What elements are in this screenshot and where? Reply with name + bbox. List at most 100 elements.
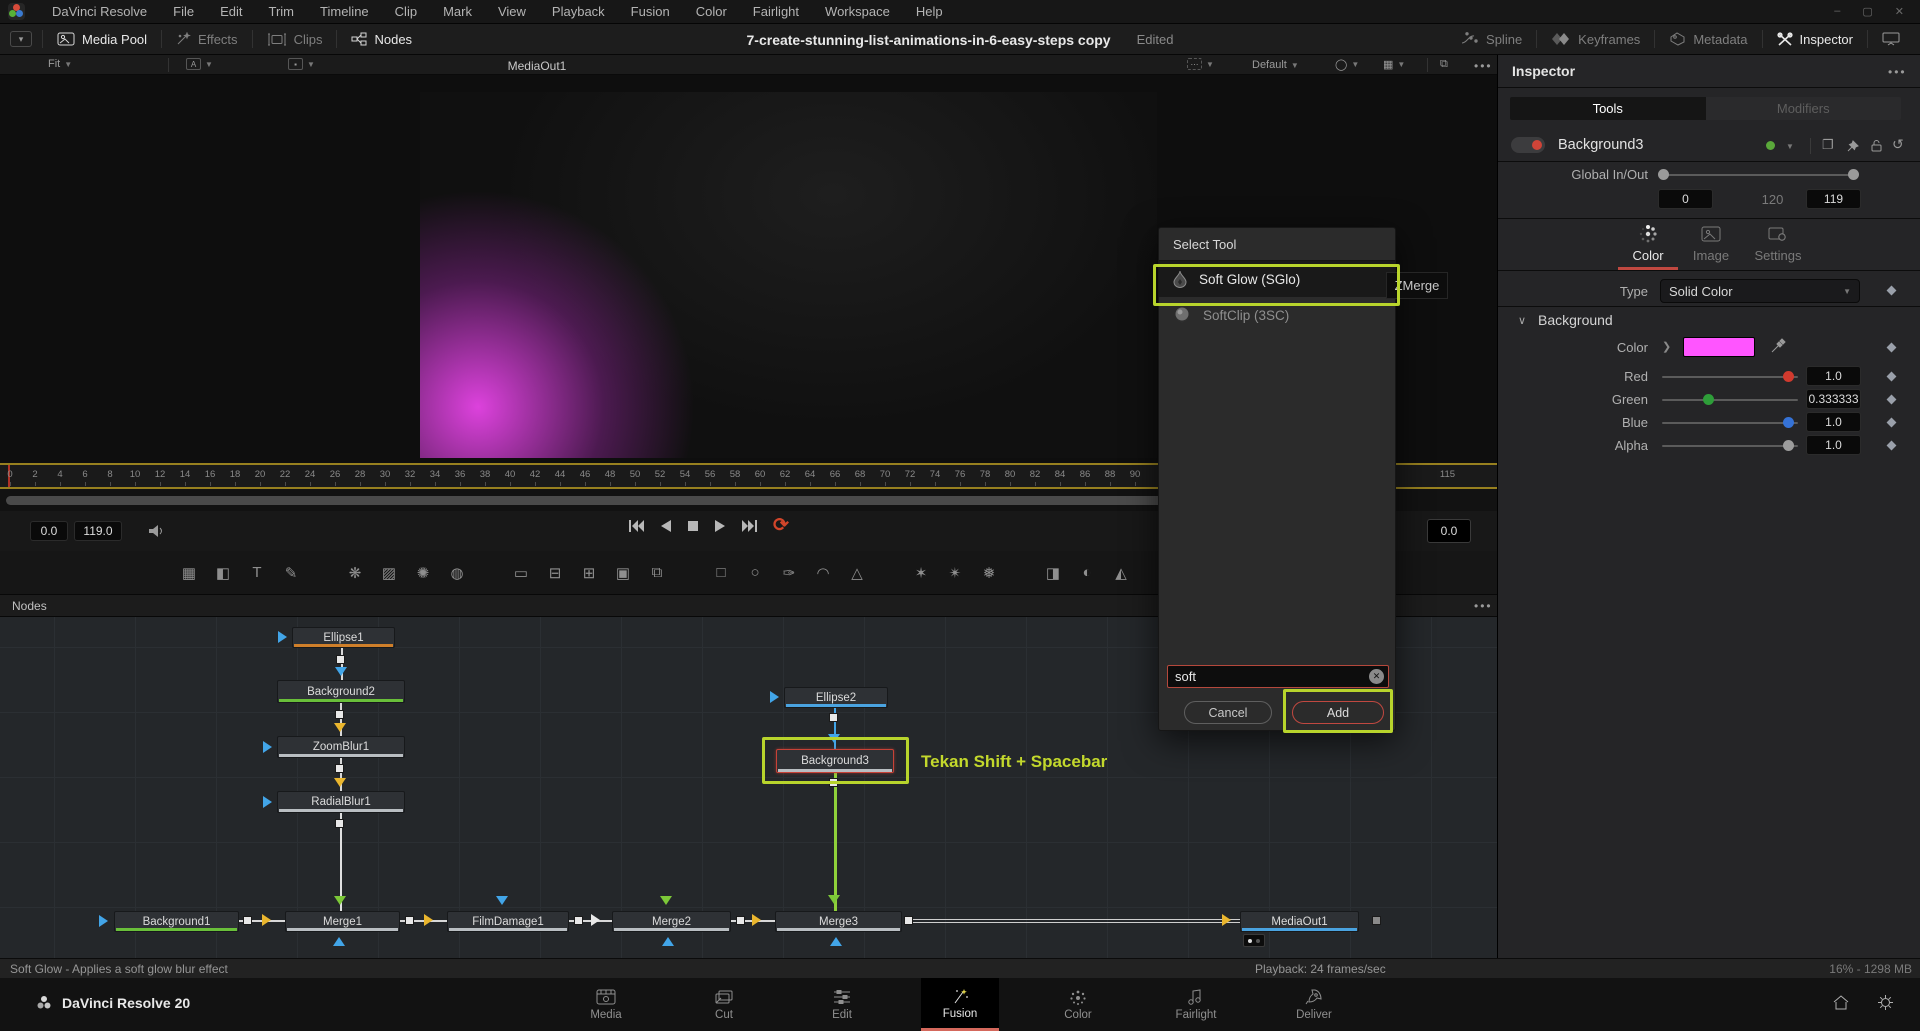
node-ellipse2[interactable]: Ellipse2 <box>784 687 888 708</box>
panel-layout-button[interactable] <box>1868 24 1920 54</box>
maximize-icon[interactable]: ▢ <box>1862 5 1872 18</box>
menu-view[interactable]: View <box>485 4 539 19</box>
node-mediaout1[interactable]: MediaOut1 <box>1240 911 1359 932</box>
viewer-lut-dropdown[interactable]: Default▼ <box>1252 59 1299 71</box>
node-filmdamage1[interactable]: FilmDamage1 <box>447 911 569 932</box>
nodes-options-menu[interactable]: ••• <box>1474 599 1493 613</box>
type-keyframe-diamond[interactable] <box>1887 286 1897 296</box>
menu-edit[interactable]: Edit <box>207 4 255 19</box>
node-merge2[interactable]: Merge2 <box>612 911 731 932</box>
page-color[interactable]: Color <box>1039 978 1117 1031</box>
page-edit[interactable]: Edit <box>803 978 881 1031</box>
page-media[interactable]: Media <box>567 978 645 1031</box>
page-cut[interactable]: Cut <box>685 978 763 1031</box>
loop-button[interactable]: ⟳ <box>773 518 789 534</box>
node-enable-toggle[interactable] <box>1511 137 1545 153</box>
page-fusion[interactable]: Fusion <box>921 978 999 1031</box>
color-expand-icon[interactable]: ❯ <box>1662 340 1671 353</box>
merge-3d-icon[interactable]: ◭ <box>1104 564 1138 582</box>
channel-slider[interactable] <box>1662 376 1798 378</box>
rectangle-mask-icon[interactable]: □ <box>704 564 738 582</box>
channel-keyframe-diamond[interactable] <box>1887 372 1897 382</box>
node-ellipse1[interactable]: Ellipse1 <box>292 627 395 648</box>
global-in-field[interactable]: 0 <box>1658 189 1713 209</box>
play-reverse-button[interactable] <box>660 519 672 533</box>
node-background3[interactable]: Background3 <box>776 749 894 773</box>
node-background2[interactable]: Background2 <box>277 680 405 703</box>
menu-davinci-resolve[interactable]: DaVinci Resolve <box>39 4 160 19</box>
color-corrector-tool-icon[interactable]: ▣ <box>606 564 640 582</box>
global-out-handle[interactable] <box>1848 169 1859 180</box>
play-button[interactable] <box>714 519 726 533</box>
home-icon[interactable] <box>1832 994 1850 1011</box>
text-tool-icon[interactable]: T <box>240 564 274 582</box>
chevron-down-icon[interactable]: ▼ <box>1786 142 1794 151</box>
node-zoomblur1[interactable]: ZoomBlur1 <box>277 736 405 758</box>
tab-image[interactable]: Image <box>1681 223 1741 263</box>
first-frame-button[interactable] <box>628 519 645 533</box>
particle-render-icon[interactable]: ✴ <box>938 564 972 582</box>
viewer-guides-dropdown[interactable]: ▦▼ <box>1383 58 1405 71</box>
menu-color[interactable]: Color <box>683 4 740 19</box>
glow-tool-icon[interactable]: ✺ <box>406 564 440 582</box>
audio-mute-icon[interactable] <box>148 523 166 539</box>
keyframes-button[interactable]: Keyframes <box>1537 24 1654 54</box>
viewer-options-menu[interactable]: ••• <box>1474 59 1493 73</box>
range-start-field[interactable]: 0.0 <box>30 521 68 541</box>
merge-tool-icon[interactable]: ⊟ <box>538 564 572 582</box>
channel-slider-handle[interactable] <box>1783 440 1794 451</box>
menu-trim[interactable]: Trim <box>256 4 308 19</box>
channel-value-field[interactable]: 1.0 <box>1806 366 1861 386</box>
background-tool-icon[interactable]: ▭ <box>504 564 538 582</box>
range-end-field[interactable]: 119.0 <box>74 521 122 541</box>
color-swatch[interactable] <box>1683 337 1755 357</box>
current-frame-field[interactable]: 0.0 <box>1427 519 1471 543</box>
menu-clip[interactable]: Clip <box>382 4 430 19</box>
eyedropper-icon[interactable] <box>1770 338 1786 354</box>
channel-slider[interactable] <box>1662 445 1798 447</box>
nodes-button[interactable]: Nodes <box>337 24 426 54</box>
cancel-button[interactable]: Cancel <box>1184 701 1272 724</box>
effects-button[interactable]: Effects <box>162 24 252 54</box>
image-plane-3d-icon[interactable]: ◨ <box>1036 564 1070 582</box>
dual-viewer-button[interactable]: ⧉ <box>1440 58 1448 71</box>
node-merge1[interactable]: Merge1 <box>285 911 400 932</box>
page-fairlight[interactable]: Fairlight <box>1157 978 1235 1031</box>
tool-search-input[interactable] <box>1167 665 1389 688</box>
clips-button[interactable]: Clips <box>253 24 337 54</box>
layers-tool-icon[interactable]: ⧉ <box>640 564 674 582</box>
dialog-result-soft-glow[interactable]: Soft Glow (SGlo) <box>1159 261 1395 297</box>
page-deliver[interactable]: Deliver <box>1275 978 1353 1031</box>
shape-3d-icon[interactable]: ◐ <box>1070 564 1104 582</box>
close-icon[interactable]: ✕ <box>1895 5 1904 18</box>
metadata-button[interactable]: Metadata <box>1655 24 1761 54</box>
reset-icon[interactable]: ↺ <box>1892 136 1904 153</box>
channel-keyframe-diamond[interactable] <box>1887 395 1897 405</box>
channel-slider-handle[interactable] <box>1783 417 1794 428</box>
copy-settings-icon[interactable]: ❐ <box>1822 137 1834 153</box>
menu-timeline[interactable]: Timeline <box>307 4 382 19</box>
menu-fusion[interactable]: Fusion <box>618 4 683 19</box>
triangle-mask-icon[interactable]: △ <box>840 564 874 582</box>
minimize-icon[interactable]: – <box>1834 5 1840 18</box>
menu-file[interactable]: File <box>160 4 207 19</box>
channel-keyframe-diamond[interactable] <box>1887 418 1897 428</box>
paint-tool-icon[interactable]: ✎ <box>274 564 308 582</box>
channel-value-field[interactable]: 1.0 <box>1806 412 1861 432</box>
menu-playback[interactable]: Playback <box>539 4 618 19</box>
channel-slider[interactable] <box>1662 399 1798 401</box>
tab-color[interactable]: Color <box>1618 223 1678 270</box>
media-in-tool-icon[interactable]: ▦ <box>172 564 206 582</box>
viewer-roi-dropdown[interactable]: ⋯▼ <box>1187 58 1214 70</box>
checker-tool-icon[interactable]: ▨ <box>372 564 406 582</box>
tab-modifiers[interactable]: Modifiers <box>1706 97 1902 120</box>
particles-tool-icon[interactable]: ❋ <box>338 564 372 582</box>
blur-tool-icon[interactable]: ◍ <box>440 564 474 582</box>
tab-tools[interactable]: Tools <box>1510 97 1706 120</box>
pin-icon[interactable] <box>1846 139 1860 153</box>
type-dropdown[interactable]: Solid Color▼ <box>1660 279 1860 303</box>
channel-slider-handle[interactable] <box>1703 394 1714 405</box>
color-keyframe-diamond[interactable] <box>1887 343 1897 353</box>
node-merge3[interactable]: Merge3 <box>775 911 902 932</box>
menu-help[interactable]: Help <box>903 4 956 19</box>
